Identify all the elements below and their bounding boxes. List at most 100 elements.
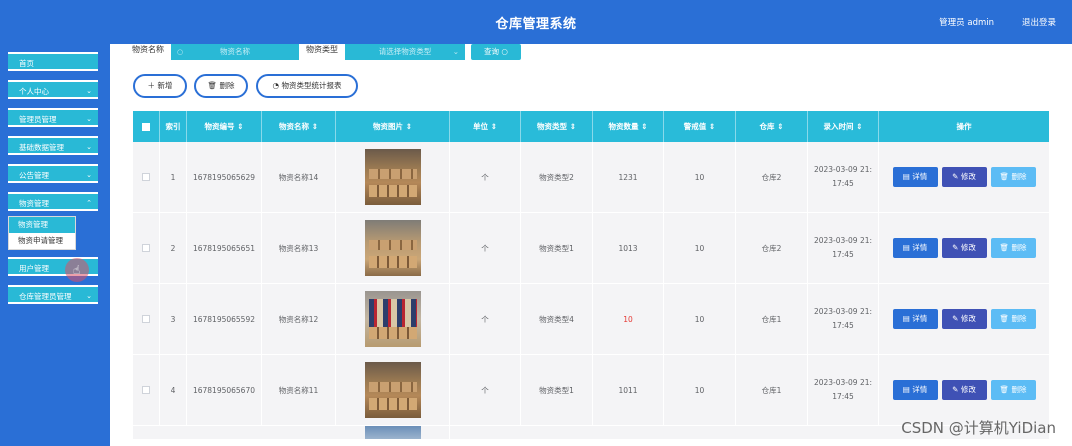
cell-type: 物资类型1 [521, 213, 593, 283]
sidebar-item-label: 个人中心 [19, 87, 49, 96]
detail-button[interactable]: ▤ 详情 [892, 380, 938, 400]
col-type[interactable]: 物资类型 ⇕ [521, 111, 593, 142]
cell-unit: 个 [450, 213, 521, 283]
search-bar: 物资名称 ○ 物资名称 物资类型 请选择物资类型 ⌄ 查询 ○ [110, 44, 1072, 62]
cell-warn: 10 [664, 284, 736, 354]
col-unit[interactable]: 单位 ⇕ [450, 111, 521, 142]
cell-actions: ▤ 详情 ✎ 修改 🗑 删除 [879, 142, 1049, 212]
row-delete-button[interactable]: 🗑 删除 [990, 167, 1036, 187]
materials-table: 索引 物资编号 ⇕ 物资名称 ⇕ 物资图片 ⇕ 单位 ⇕ 物资类型 ⇕ 物资数量… [133, 111, 1049, 440]
top-header: 仓库管理系统 管理员 admin 退出登录 [0, 0, 1072, 44]
pencil-icon: ✎ [952, 243, 959, 252]
cell-code: 1678195065670 [187, 355, 262, 425]
col-warn[interactable]: 警戒值 ⇕ [664, 111, 736, 142]
row-checkbox[interactable] [133, 284, 160, 354]
search-icon: ○ [501, 47, 508, 56]
sidebar-item-announcements[interactable]: 公告管理 ⌄ [8, 164, 98, 183]
material-image[interactable] [364, 362, 421, 418]
submenu-item-material-requests[interactable]: 物资申请管理 [9, 233, 75, 249]
material-image[interactable] [364, 291, 421, 347]
sidebar-item-label: 首页 [19, 59, 34, 68]
col-warehouse[interactable]: 仓库 ⇕ [736, 111, 808, 142]
delete-button[interactable]: 🗑 删除 [194, 74, 248, 98]
col-name[interactable]: 物资名称 ⇕ [262, 111, 336, 142]
material-name-input[interactable]: ○ 物资名称 [171, 44, 299, 60]
cell-image [336, 213, 450, 283]
cell-warehouse: 仓库2 [736, 142, 808, 212]
detail-button[interactable]: ▤ 详情 [892, 238, 938, 258]
select-all-checkbox[interactable] [133, 111, 160, 142]
chevron-down-icon: ⌄ [452, 47, 459, 56]
cell-image [336, 284, 450, 354]
sidebar-item-label: 公告管理 [19, 171, 49, 180]
cell-time: 2023-03-09 21: 17:45 [808, 355, 879, 425]
edit-button[interactable]: ✎ 修改 [941, 309, 987, 329]
report-button-label: 物资类型统计报表 [281, 81, 342, 90]
sidebar-item-admin-management[interactable]: 管理员管理 ⌄ [8, 108, 98, 127]
logout-link[interactable]: 退出登录 [1022, 16, 1056, 28]
report-button[interactable]: ◔ 物资类型统计报表 [256, 74, 358, 98]
edit-button[interactable]: ✎ 修改 [941, 238, 987, 258]
cell-code: 1678195065592 [187, 284, 262, 354]
cell-warehouse: 仓库2 [736, 213, 808, 283]
chevron-up-icon: ⌃ [86, 199, 92, 207]
cell-warehouse: 仓库1 [736, 284, 808, 354]
sidebar-item-personal-center[interactable]: 个人中心 ⌄ [8, 80, 98, 99]
material-image[interactable] [364, 426, 421, 439]
cell-image [336, 426, 450, 439]
search-icon: ○ [177, 48, 184, 56]
pencil-icon: ✎ [952, 314, 959, 323]
cell-time: 2023-03-09 21: 17:45 [808, 213, 879, 283]
pie-chart-icon: ◔ [272, 81, 280, 90]
row-checkbox[interactable] [133, 213, 160, 283]
col-time[interactable]: 录入时间 ⇕ [808, 111, 879, 142]
row-delete-button[interactable]: 🗑 删除 [990, 309, 1036, 329]
col-image[interactable]: 物资图片 ⇕ [336, 111, 450, 142]
submenu-item-materials[interactable]: 物资管理 [9, 217, 75, 233]
materials-submenu: 物资管理 物资申请管理 [8, 216, 76, 250]
cell-name: 物资名称13 [262, 213, 336, 283]
sidebar-item-label: 物资管理 [19, 199, 49, 208]
add-button-label: 新增 [157, 81, 173, 90]
document-icon: ▤ [902, 243, 910, 252]
cell-code: 1678195065629 [187, 142, 262, 212]
edit-button[interactable]: ✎ 修改 [941, 380, 987, 400]
hand-cursor-icon: ☝ [73, 263, 81, 277]
cell-warn: 10 [664, 142, 736, 212]
col-qty[interactable]: 物资数量 ⇕ [593, 111, 664, 142]
material-image[interactable] [364, 149, 421, 205]
plus-icon: ＋ [147, 81, 156, 90]
cell-actions: ▤ 详情 ✎ 修改 🗑 删除 [879, 355, 1049, 425]
cell-qty: 1231 [593, 142, 664, 212]
row-delete-button[interactable]: 🗑 删除 [990, 238, 1036, 258]
row-delete-button[interactable]: 🗑 删除 [990, 380, 1036, 400]
trash-icon: 🗑 [999, 314, 1010, 323]
detail-button[interactable]: ▤ 详情 [892, 309, 938, 329]
cell-warehouse: 仓库1 [736, 355, 808, 425]
sidebar-item-home[interactable]: 首页 [8, 52, 98, 71]
sidebar-item-basic-data[interactable]: 基础数据管理 ⌄ [8, 136, 98, 155]
col-code[interactable]: 物资编号 ⇕ [187, 111, 262, 142]
sidebar-item-warehouse-admin[interactable]: 仓库管理员管理 ⌄ [8, 285, 98, 304]
cell-code: 1678195065651 [187, 213, 262, 283]
col-index: 索引 [160, 111, 187, 142]
add-button[interactable]: ＋ 新增 [133, 74, 187, 98]
search-button[interactable]: 查询 ○ [471, 44, 521, 60]
cell-actions: ▤ 详情 ✎ 修改 🗑 删除 [879, 284, 1049, 354]
row-checkbox[interactable] [133, 355, 160, 425]
detail-button[interactable]: ▤ 详情 [892, 167, 938, 187]
material-type-select[interactable]: 请选择物资类型 ⌄ [345, 44, 465, 60]
col-actions: 操作 [956, 122, 972, 131]
cell-index: 1 [160, 142, 187, 212]
row-checkbox[interactable] [133, 142, 160, 212]
material-image[interactable] [364, 220, 421, 276]
edit-button[interactable]: ✎ 修改 [941, 167, 987, 187]
chevron-down-icon: ⌄ [86, 143, 92, 151]
sidebar-item-materials[interactable]: 物资管理 ⌃ [8, 192, 98, 211]
chevron-down-icon: ⌄ [86, 87, 92, 95]
cell-time: 2023-03-09 21: 17:45 [808, 142, 879, 212]
document-icon: ▤ [902, 314, 910, 323]
cell-name: 物资名称11 [262, 355, 336, 425]
cell-image [336, 355, 450, 425]
trash-icon: 🗑 [999, 243, 1010, 252]
